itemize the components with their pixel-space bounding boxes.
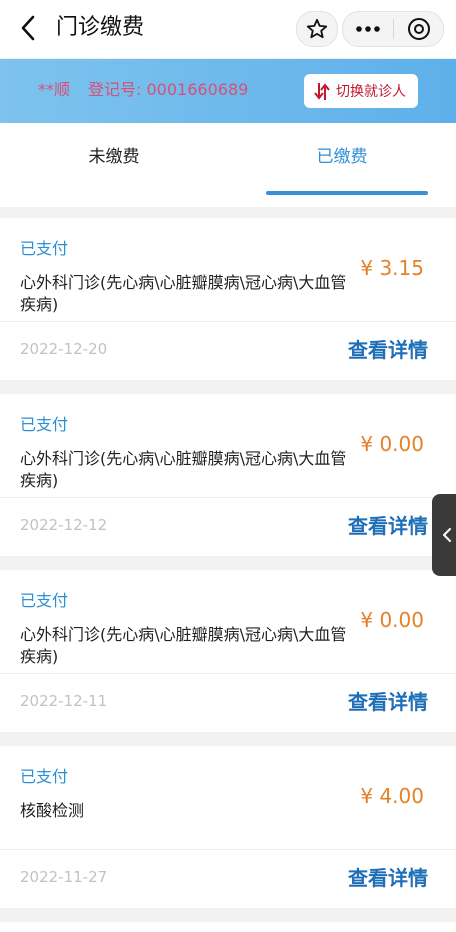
close-button[interactable] [394,12,443,46]
swap-arrows-icon [314,83,330,100]
view-details-button[interactable]: 查看详情 [348,688,428,716]
top-nav-bar: 门诊缴费 [0,0,456,59]
payment-date: 2022-12-20 [20,340,108,358]
view-details-button[interactable]: 查看详情 [348,864,428,892]
tab-unpaid[interactable]: 未缴费 [0,145,228,169]
chevron-left-icon [21,15,35,41]
view-details-button[interactable]: 查看详情 [348,336,428,364]
more-icon [356,26,380,32]
chevron-left-icon [443,528,451,542]
patient-name: **顺 [38,80,71,99]
registration-info: 登记号: 0001660689 [88,79,248,101]
payment-status: 已支付 [20,415,69,434]
payment-amount: ¥ 3.15 [360,256,424,280]
payment-date: 2022-12-12 [20,516,108,534]
card-divider [0,673,456,674]
payment-amount: ¥ 4.00 [360,784,424,808]
payment-record-card: 已支付 心外科门诊(先心病\心脏瓣膜病\冠心病\大血管疾病) ¥ 0.00 20… [0,394,456,556]
payment-item: 心外科门诊(先心病\心脏瓣膜病\冠心病\大血管疾病) [20,273,347,314]
card-divider [0,497,456,498]
payment-record-card: 已支付 核酸检测 ¥ 4.00 2022-11-27 查看详情 [0,746,456,908]
payment-record-card-partial [0,922,456,932]
payment-amount: ¥ 0.00 [360,432,424,456]
star-icon [306,18,328,39]
back-button[interactable] [14,13,42,43]
card-divider [0,849,456,850]
view-details-button[interactable]: 查看详情 [348,512,428,540]
payment-status: 已支付 [20,239,69,258]
payment-item: 核酸检测 [20,801,85,820]
registration-label: 登记号: [88,80,142,99]
page-title: 门诊缴费 [56,15,145,40]
payment-item: 心外科门诊(先心病\心脏瓣膜病\冠心病\大血管疾病) [20,625,347,666]
payment-item: 心外科门诊(先心病\心脏瓣膜病\冠心病\大血管疾病) [20,449,347,490]
registration-number: 0001660689 [146,80,249,99]
switch-patient-button[interactable]: 切换就诊人 [304,74,418,108]
payment-status: 已支付 [20,591,69,610]
tab-paid[interactable]: 已缴费 [228,145,456,169]
payment-amount: ¥ 0.00 [360,608,424,632]
side-drawer-handle[interactable] [432,494,456,576]
payment-record-card: 已支付 心外科门诊(先心病\心脏瓣膜病\冠心病\大血管疾病) ¥ 3.15 20… [0,218,456,380]
card-divider [0,321,456,322]
payment-status: 已支付 [20,767,69,786]
favorite-button[interactable] [296,11,338,47]
payment-date: 2022-12-11 [20,692,108,710]
payment-date: 2022-11-27 [20,868,108,886]
switch-patient-label: 切换就诊人 [336,84,406,100]
mini-program-capsule [342,11,444,47]
more-button[interactable] [343,12,393,46]
payment-record-card: 已支付 心外科门诊(先心病\心脏瓣膜病\冠心病\大血管疾病) ¥ 0.00 20… [0,570,456,732]
active-tab-indicator [266,191,428,195]
payment-tabs: 未缴费 已缴费 [0,123,456,207]
close-circle-icon [407,18,430,40]
